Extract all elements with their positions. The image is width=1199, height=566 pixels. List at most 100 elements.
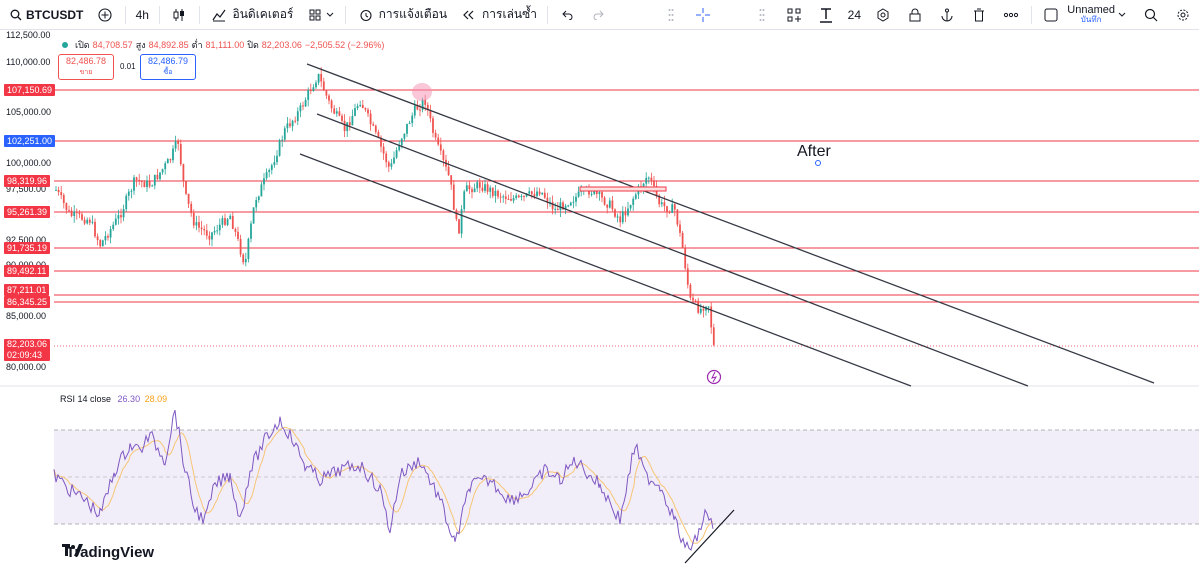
candle-body [244, 258, 247, 263]
chart-canvas[interactable] [0, 30, 1199, 566]
candle-body [289, 123, 291, 127]
buy-price: 82,486.79 [147, 56, 189, 66]
candle-body [468, 185, 471, 190]
candle-body [572, 201, 575, 203]
layouts-button[interactable] [299, 0, 341, 30]
alerts-button[interactable]: การแจ้งเตือน [350, 0, 453, 30]
chart-area[interactable]: เปิด 84,708.57 สูง 84,892.85 ต่ำ 81,111.00 … [0, 30, 1199, 566]
axis-label: 80,000.00 [6, 362, 47, 372]
candle-body [374, 125, 377, 132]
candle-body [413, 105, 416, 116]
candle-body [504, 196, 507, 199]
lightning-icon[interactable] [706, 369, 722, 385]
candle-body [507, 198, 510, 200]
crosshair-icon [693, 5, 713, 25]
candle-body [296, 111, 299, 122]
candle-body [517, 195, 520, 198]
price-level-tag[interactable]: 87,211.01 [4, 284, 50, 296]
candle-body [309, 90, 312, 92]
candle-body [68, 210, 70, 212]
candle-body [369, 113, 372, 125]
candle-body [395, 150, 398, 158]
candle-body [510, 198, 512, 201]
chart-settings-button[interactable] [1167, 0, 1199, 30]
square-icon [1041, 5, 1061, 25]
settings-button[interactable] [867, 0, 899, 30]
candle-body [351, 115, 354, 126]
candle-body [273, 162, 276, 166]
candle-body [502, 196, 505, 198]
candle-body [161, 169, 164, 173]
candle-body [538, 191, 541, 195]
candle-body [312, 87, 315, 92]
candle-body [276, 155, 278, 163]
redo-button[interactable] [583, 0, 615, 30]
highlight-rect[interactable] [579, 186, 667, 192]
candle-body [619, 216, 622, 223]
drag-handle-2[interactable] [746, 0, 778, 30]
trendline-middle[interactable] [316, 113, 1029, 387]
candle-body [346, 122, 349, 132]
undo-button[interactable] [551, 0, 583, 30]
candle-body [133, 177, 135, 191]
gear-icon [873, 5, 893, 25]
candle-body [536, 191, 538, 197]
compare-button[interactable] [89, 0, 121, 30]
candle-body [112, 224, 115, 230]
price-level-tag[interactable]: 95,261.39 [4, 206, 51, 218]
price-level-tag[interactable]: 102,251.00 [4, 135, 56, 147]
sell-button[interactable]: 82,486.78 ขาย [58, 54, 114, 80]
lock-icon [905, 5, 925, 25]
candle-body [135, 177, 138, 180]
replay-label: การเล่นซ้ำ [482, 7, 538, 21]
price-level-tag[interactable]: 107,150.69 [4, 84, 56, 96]
tradingview-logo[interactable]: TradingView [62, 544, 154, 561]
candle-body [96, 236, 99, 241]
candle-body [224, 218, 226, 225]
text-tool-button[interactable] [810, 0, 842, 30]
delete-button[interactable] [963, 0, 995, 30]
more-button[interactable] [995, 0, 1027, 30]
layout-save-status: บันทึก [1080, 14, 1102, 24]
axis-label: 105,000.00 [6, 107, 52, 117]
drag-dots-icon [752, 5, 772, 25]
anchor-point[interactable] [815, 160, 821, 166]
anchor-icon [937, 5, 957, 25]
candle-body [333, 108, 336, 114]
interval-button[interactable]: 4h [130, 0, 155, 30]
drag-handle[interactable] [655, 0, 687, 30]
candle-body [198, 222, 200, 228]
candle-body [471, 189, 473, 193]
quick-search-button[interactable] [1135, 0, 1167, 30]
price-level-tag[interactable]: 89,492.11 [4, 265, 50, 277]
price-level-tag[interactable]: 91,735.19 [4, 242, 51, 254]
font-size-select[interactable]: 24 [842, 0, 867, 30]
chart-type-button[interactable] [163, 0, 195, 30]
candle-body [556, 208, 559, 211]
crosshair-button[interactable] [687, 0, 719, 30]
candle-body [107, 236, 109, 238]
text-annotation[interactable]: After [797, 143, 831, 161]
indicators-button[interactable]: อินดิเคเตอร์ [203, 0, 299, 30]
candle-body [645, 177, 648, 184]
candle-body [629, 204, 632, 209]
buy-button[interactable]: 82,486.79 ซื้อ [140, 54, 196, 80]
candle-body [450, 175, 453, 185]
layout-name-button[interactable]: Unnamed บันทึก [1035, 0, 1135, 30]
replay-button[interactable]: การเล่นซ้ำ [453, 0, 543, 30]
candle-body [213, 230, 216, 233]
price-level-tag[interactable]: 86,345.25 [4, 296, 51, 308]
candle-body [257, 196, 260, 201]
symbol-search[interactable]: BTCUSDT [0, 0, 89, 30]
price-level-tag[interactable]: 98,319.96 [4, 175, 51, 187]
candle-body [676, 209, 679, 225]
candle-body [101, 240, 104, 247]
candle-body [159, 172, 161, 180]
candle-body [611, 200, 614, 210]
object-tree-button[interactable] [778, 0, 810, 30]
trendline-upper[interactable] [306, 63, 1155, 384]
candle-body [307, 90, 310, 100]
anchor-button[interactable] [931, 0, 963, 30]
lock-button[interactable] [899, 0, 931, 30]
candle-body [260, 184, 263, 197]
